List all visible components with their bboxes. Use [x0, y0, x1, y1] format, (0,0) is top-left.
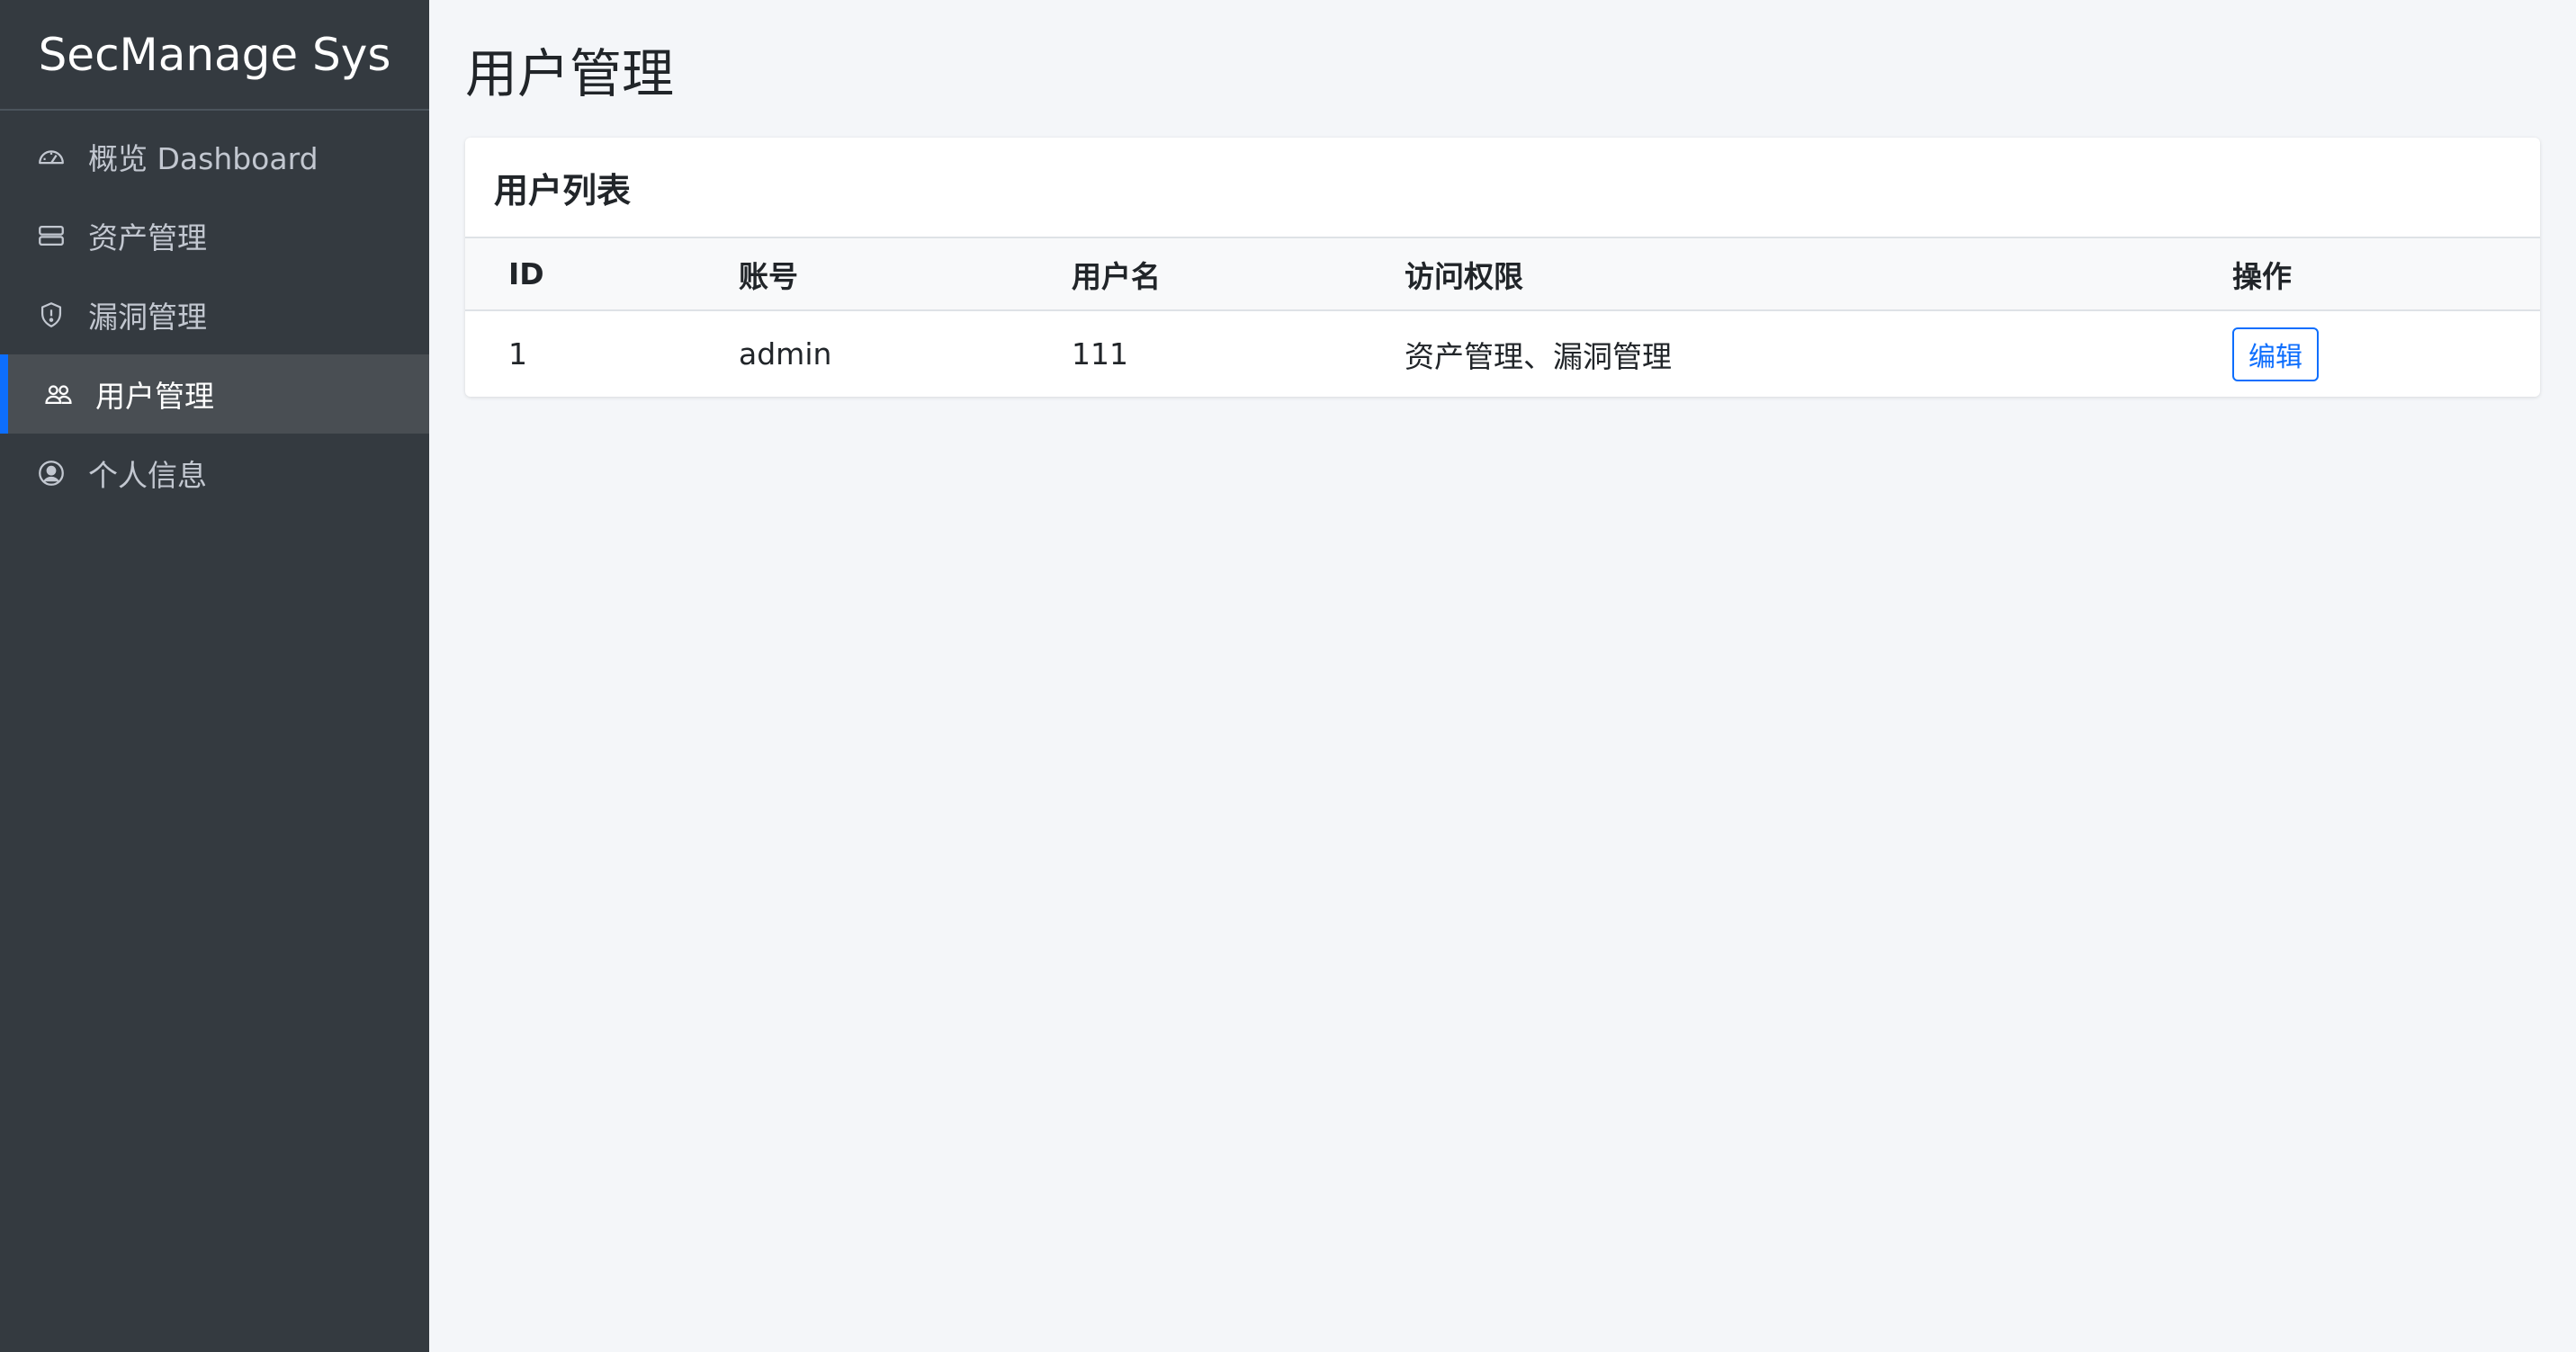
- sidebar-item-label: 个人信息: [88, 458, 207, 493]
- cell-permissions: 资产管理、漏洞管理: [1405, 338, 1672, 374]
- sidebar-item-profile[interactable]: 个人信息: [0, 434, 429, 513]
- sidebar: SecManage Sys 概览 Dashboard 资产管理 漏洞管理 用户管…: [0, 0, 429, 1352]
- column-header-account: 账号: [696, 238, 1028, 311]
- user-list-card: 用户列表 ID 账号 用户名 访问权限 操作 1 admin 111 资产管理、…: [465, 138, 2540, 397]
- cell-account: admin: [739, 336, 832, 372]
- edit-button[interactable]: 编辑: [2232, 327, 2319, 381]
- cell-actions: 编辑: [2189, 310, 2540, 397]
- person-circle-icon: [36, 458, 67, 488]
- app-root: SecManage Sys 概览 Dashboard 资产管理 漏洞管理 用户管…: [0, 0, 2576, 1352]
- server-icon: [36, 220, 67, 251]
- sidebar-item-label: 漏洞管理: [88, 300, 207, 335]
- table-header-row: ID 账号 用户名 访问权限 操作: [465, 238, 2540, 311]
- sidebar-item-label: 资产管理: [88, 220, 207, 255]
- cell-id: 1: [508, 336, 527, 372]
- card-title: 用户列表: [465, 138, 2540, 238]
- column-header-actions: 操作: [2189, 238, 2540, 311]
- column-header-permissions: 访问权限: [1361, 238, 2189, 311]
- speedometer-icon: [36, 141, 67, 172]
- column-header-id: ID: [465, 238, 696, 311]
- main-content: 用户管理 用户列表 ID 账号 用户名 访问权限 操作 1 admin 111 …: [429, 0, 2576, 1352]
- sidebar-item-vulnerabilities[interactable]: 漏洞管理: [0, 275, 429, 354]
- sidebar-item-users[interactable]: 用户管理: [0, 354, 429, 434]
- sidebar-item-label: 概览 Dashboard: [88, 141, 319, 176]
- sidebar-item-assets[interactable]: 资产管理: [0, 196, 429, 275]
- shield-icon: [36, 300, 67, 330]
- column-header-username: 用户名: [1028, 238, 1361, 311]
- user-table: ID 账号 用户名 访问权限 操作 1 admin 111 资产管理、漏洞管理: [465, 238, 2540, 397]
- page-title: 用户管理: [465, 42, 675, 104]
- table-row: 1 admin 111 资产管理、漏洞管理 编辑: [465, 310, 2540, 397]
- people-icon: [43, 379, 74, 409]
- sidebar-item-label: 用户管理: [95, 379, 214, 414]
- sidebar-nav: 概览 Dashboard 资产管理 漏洞管理 用户管理 个人信息: [0, 111, 429, 513]
- brand-logo[interactable]: SecManage Sys: [0, 0, 429, 111]
- sidebar-item-dashboard[interactable]: 概览 Dashboard: [0, 117, 429, 196]
- cell-username: 111: [1072, 336, 1128, 372]
